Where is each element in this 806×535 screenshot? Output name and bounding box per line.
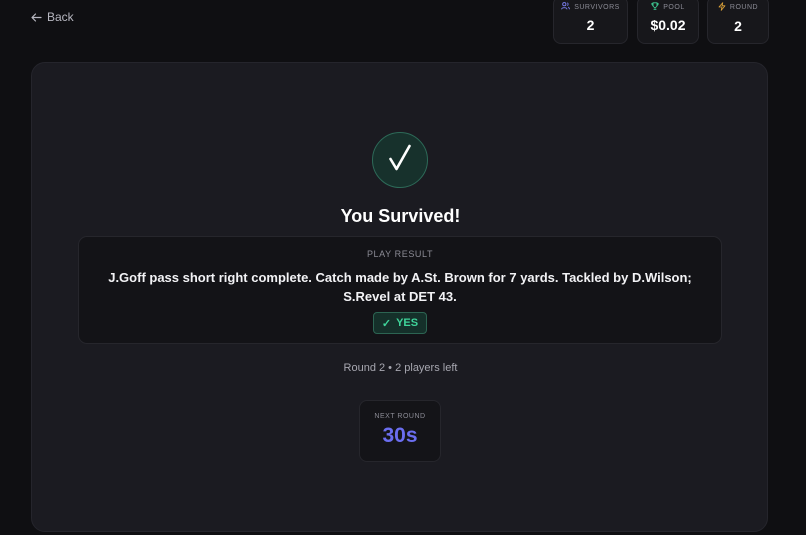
users-icon — [561, 2, 571, 12]
next-round-label: NEXT ROUND — [374, 413, 426, 420]
stat-value-survivors: 2 — [586, 17, 595, 33]
stat-card-pool: POOL $0.02 — [637, 0, 699, 44]
back-label: Back — [47, 10, 74, 24]
stat-label-round: ROUND — [729, 4, 759, 11]
lightning-icon — [718, 2, 726, 13]
stat-value-round: 2 — [734, 18, 742, 34]
stat-label-survivors: SURVIVORS — [574, 3, 620, 11]
play-result-label: PLAY RESULT — [366, 249, 434, 259]
answer-label: YES — [396, 317, 419, 329]
play-result-card: PLAY RESULT J.Goff pass short right comp… — [78, 236, 722, 344]
answer-badge: ✓ YES — [372, 312, 428, 334]
trophy-icon — [651, 2, 659, 12]
stat-card-survivors: SURVIVORS 2 — [553, 0, 628, 44]
next-round-timer: 30s — [382, 424, 418, 447]
play-description: J.Goff pass short right complete. Catch … — [108, 270, 692, 304]
result-title: You Survived! — [340, 206, 461, 226]
checkmark-icon — [385, 143, 415, 178]
stat-label-pool: POOL — [663, 3, 685, 11]
answer-check: ✓ — [381, 317, 392, 330]
success-badge — [372, 132, 428, 188]
back-button[interactable]: Back — [31, 10, 74, 24]
stat-value-pool: $0.02 — [650, 17, 686, 33]
next-round-card: NEXT ROUND 30s — [359, 400, 441, 462]
round-status: Round 2 • 2 players left — [343, 362, 458, 374]
result-panel: You Survived! PLAY RESULT J.Goff pass sh… — [31, 62, 768, 532]
stat-card-round: ROUND 2 — [707, 0, 769, 44]
arrow-left-icon — [31, 12, 42, 22]
